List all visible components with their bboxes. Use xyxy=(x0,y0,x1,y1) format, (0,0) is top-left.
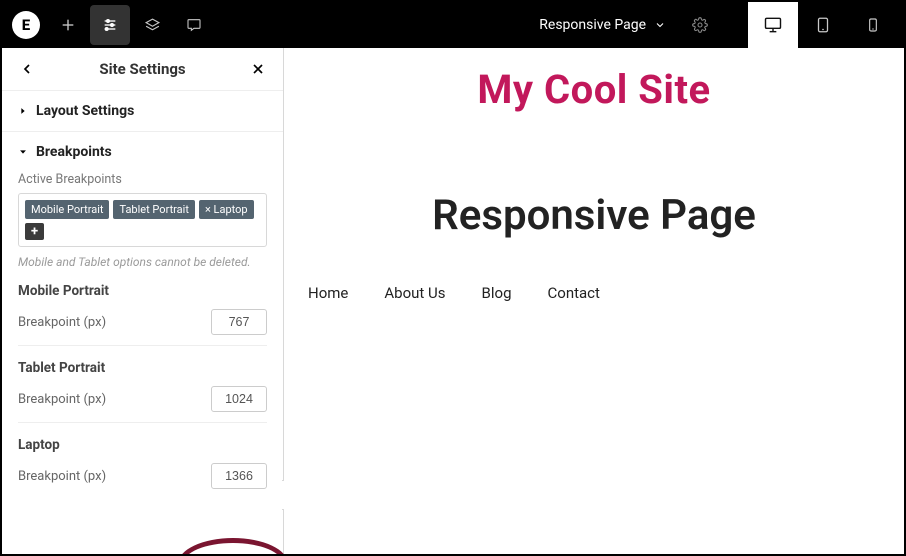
app-root: E Responsive Page xyxy=(0,0,906,556)
desktop-icon xyxy=(763,15,783,35)
nav-contact[interactable]: Contact xyxy=(548,284,600,302)
device-mobile[interactable] xyxy=(848,2,898,48)
site-title: My Cool Site xyxy=(284,66,904,113)
sidebar: Site Settings Layout Settings Breakpoint… xyxy=(2,48,284,554)
device-desktop[interactable] xyxy=(748,2,798,48)
page-title-dropdown[interactable]: Responsive Page xyxy=(531,17,674,33)
comments-button[interactable] xyxy=(174,5,214,45)
section-breakpoints: Breakpoints Active Breakpoints Mobile Po… xyxy=(2,132,283,554)
nav-blog[interactable]: Blog xyxy=(482,284,512,302)
chevron-down-icon xyxy=(654,19,666,31)
preview-nav: Home About Us Blog Contact xyxy=(308,284,904,302)
preview-canvas: My Cool Site Responsive Page Home About … xyxy=(284,48,904,554)
main-row: Site Settings Layout Settings Breakpoint… xyxy=(2,48,904,554)
bp-tablet-portrait: Tablet Portrait Breakpoint (px) xyxy=(18,360,267,423)
site-settings-button[interactable] xyxy=(90,5,130,45)
back-button[interactable] xyxy=(16,61,38,77)
device-switcher xyxy=(748,2,898,48)
bp-laptop: Laptop Breakpoint (px) xyxy=(18,437,267,499)
bp-laptop-input[interactable] xyxy=(211,463,267,489)
bp-tablet-input[interactable] xyxy=(211,386,267,412)
page-settings-button[interactable] xyxy=(680,5,720,45)
bp-mobile-label: Breakpoint (px) xyxy=(18,315,106,330)
device-tablet[interactable] xyxy=(798,2,848,48)
bp-tablet-label: Breakpoint (px) xyxy=(18,392,106,407)
caret-down-icon xyxy=(18,147,28,157)
breakpoints-note: Mobile and Tablet options cannot be dele… xyxy=(18,255,267,269)
topbar-left: E xyxy=(8,5,214,45)
section-breakpoints-title: Breakpoints xyxy=(36,144,112,160)
sidebar-title: Site Settings xyxy=(38,60,247,78)
plus-icon xyxy=(60,17,76,33)
breakpoints-content: Active Breakpoints Mobile Portrait Table… xyxy=(18,160,267,499)
bp-mobile-portrait: Mobile Portrait Breakpoint (px) xyxy=(18,283,267,346)
topbar: E Responsive Page xyxy=(2,2,904,48)
chevron-left-icon xyxy=(19,61,35,77)
bp-laptop-label: Breakpoint (px) xyxy=(18,469,106,484)
chat-icon xyxy=(186,17,202,33)
close-icon xyxy=(250,61,266,77)
caret-right-icon xyxy=(18,106,28,116)
section-layout-title: Layout Settings xyxy=(36,103,134,119)
close-button[interactable] xyxy=(247,61,269,77)
tablet-icon xyxy=(814,16,832,34)
mobile-icon xyxy=(865,17,881,33)
active-breakpoints-label: Active Breakpoints xyxy=(18,172,267,187)
bp-laptop-name: Laptop xyxy=(18,437,267,453)
section-breakpoints-header[interactable]: Breakpoints xyxy=(18,144,267,160)
bp-tablet-name: Tablet Portrait xyxy=(18,360,267,376)
structure-button[interactable] xyxy=(132,5,172,45)
nav-about[interactable]: About Us xyxy=(384,284,445,302)
topbar-center: Responsive Page xyxy=(531,5,720,45)
gear-icon xyxy=(692,17,708,33)
tag-laptop[interactable]: × Laptop xyxy=(199,200,254,219)
add-element-button[interactable] xyxy=(48,5,88,45)
bp-mobile-input[interactable] xyxy=(211,309,267,335)
tag-tablet-portrait[interactable]: Tablet Portrait xyxy=(113,200,194,219)
page-heading: Responsive Page xyxy=(284,191,904,240)
tag-mobile-portrait[interactable]: Mobile Portrait xyxy=(25,200,109,219)
sliders-icon xyxy=(102,17,118,33)
sidebar-header: Site Settings xyxy=(2,48,283,91)
active-breakpoints-box[interactable]: Mobile Portrait Tablet Portrait × Laptop… xyxy=(18,193,267,247)
nav-home[interactable]: Home xyxy=(308,284,348,302)
page-title-text: Responsive Page xyxy=(539,17,646,33)
elementor-logo[interactable]: E xyxy=(12,11,40,39)
section-layout-settings[interactable]: Layout Settings xyxy=(2,91,283,132)
add-breakpoint-button[interactable]: + xyxy=(25,223,44,240)
layers-icon xyxy=(144,17,161,34)
bp-mobile-name: Mobile Portrait xyxy=(18,283,267,299)
